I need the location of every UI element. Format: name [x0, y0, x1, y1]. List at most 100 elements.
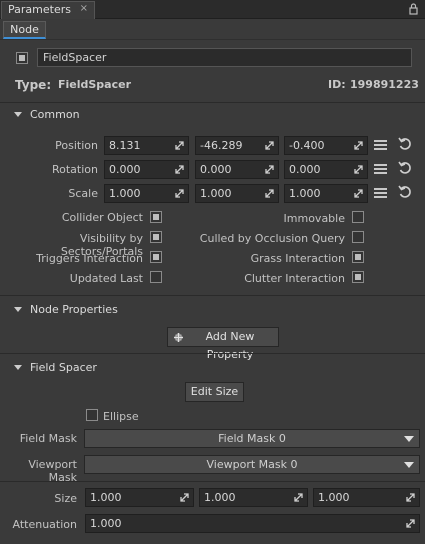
plus-icon: [174, 333, 183, 342]
expand-arrow-icon[interactable]: [265, 165, 274, 174]
divider: [0, 102, 425, 103]
attenuation-value: 1.000: [90, 517, 122, 530]
id-value: 199891223: [350, 78, 419, 91]
position-x-value: 8.131: [109, 139, 141, 152]
panel-tab-bar: Parameters ×: [0, 0, 425, 19]
node-name-input[interactable]: FieldSpacer: [37, 48, 412, 67]
rotation-x-value: 0.000: [109, 163, 141, 176]
immovable-label: Immovable: [283, 212, 345, 225]
collapse-triangle-icon[interactable]: [14, 112, 22, 117]
updated-last-checkbox[interactable]: [150, 271, 162, 283]
expand-arrow-icon[interactable]: [265, 189, 274, 198]
field-mask-value: Field Mask 0: [218, 432, 286, 445]
menu-icon[interactable]: [374, 140, 387, 150]
collapse-triangle-icon[interactable]: [14, 307, 22, 312]
collider-object-label: Collider Object: [61, 211, 143, 224]
divider: [0, 353, 425, 354]
edit-size-button[interactable]: Edit Size: [185, 382, 244, 402]
clutter-interaction-checkbox[interactable]: [352, 271, 364, 283]
node-enabled-checkbox[interactable]: [16, 52, 28, 64]
collider-object-checkbox[interactable]: [150, 211, 162, 223]
section-title-common: Common: [30, 108, 80, 121]
immovable-checkbox[interactable]: [352, 211, 364, 223]
scale-x-value: 1.000: [109, 187, 141, 200]
menu-icon[interactable]: [374, 164, 387, 174]
id-label: ID:: [328, 78, 346, 91]
reset-icon[interactable]: [398, 137, 412, 151]
tab-parameters-label: Parameters: [8, 3, 71, 16]
visibility-sectors-checkbox[interactable]: [150, 231, 162, 243]
rotation-y-field[interactable]: 0.000: [195, 160, 279, 179]
divider: [0, 39, 425, 40]
expand-arrow-icon[interactable]: [406, 519, 415, 528]
updated-last-label: Updated Last: [69, 272, 143, 285]
size-x-field[interactable]: 1.000: [85, 488, 194, 507]
position-z-field[interactable]: -0.400: [284, 136, 368, 155]
tab-node[interactable]: Node: [3, 21, 46, 39]
position-y-field[interactable]: -46.289: [195, 136, 279, 155]
size-label: Size: [54, 492, 77, 505]
clutter-interaction-label: Clutter Interaction: [244, 272, 345, 285]
expand-arrow-icon[interactable]: [180, 493, 189, 502]
field-mask-label: Field Mask: [19, 432, 77, 445]
size-y-value: 1.000: [204, 491, 236, 504]
triggers-interaction-label: Triggers Interaction: [36, 252, 143, 265]
expand-arrow-icon[interactable]: [175, 141, 184, 150]
expand-arrow-icon[interactable]: [265, 141, 274, 150]
rotation-y-value: 0.000: [200, 163, 232, 176]
scale-x-field[interactable]: 1.000: [104, 184, 189, 203]
expand-arrow-icon[interactable]: [294, 493, 303, 502]
scale-z-field[interactable]: 1.000: [284, 184, 368, 203]
lock-icon[interactable]: [409, 3, 418, 15]
viewport-mask-value: Viewport Mask 0: [206, 458, 298, 471]
expand-arrow-icon[interactable]: [175, 189, 184, 198]
viewport-mask-dropdown[interactable]: Viewport Mask 0: [84, 455, 420, 474]
attenuation-label: Attenuation: [12, 518, 77, 531]
chevron-down-icon: [404, 436, 414, 442]
section-title-node-properties: Node Properties: [30, 303, 118, 316]
reset-icon[interactable]: [398, 185, 412, 199]
position-x-field[interactable]: 8.131: [104, 136, 189, 155]
collapse-triangle-icon[interactable]: [14, 365, 22, 370]
menu-icon[interactable]: [374, 188, 387, 198]
rotation-z-field[interactable]: 0.000: [284, 160, 368, 179]
grass-interaction-checkbox[interactable]: [352, 251, 364, 263]
expand-arrow-icon[interactable]: [354, 189, 363, 198]
scale-z-value: 1.000: [289, 187, 321, 200]
section-title-field-spacer: Field Spacer: [30, 361, 97, 374]
field-mask-dropdown[interactable]: Field Mask 0: [84, 429, 420, 448]
expand-arrow-icon[interactable]: [406, 493, 415, 502]
close-icon[interactable]: ×: [80, 3, 88, 14]
reset-icon[interactable]: [398, 161, 412, 175]
add-new-property-button[interactable]: Add New Property: [167, 327, 279, 361]
size-x-value: 1.000: [90, 491, 122, 504]
size-z-field[interactable]: 1.000: [313, 488, 420, 507]
scale-y-value: 1.000: [200, 187, 232, 200]
position-label: Position: [55, 139, 98, 152]
add-new-property-label: Add New Property: [205, 330, 255, 361]
size-z-value: 1.000: [318, 491, 350, 504]
type-value: FieldSpacer: [58, 78, 132, 91]
position-y-value: -46.289: [200, 139, 243, 152]
ellipse-label: Ellipse: [103, 410, 139, 423]
rotation-x-field[interactable]: 0.000: [104, 160, 189, 179]
rotation-label: Rotation: [51, 163, 98, 176]
size-y-field[interactable]: 1.000: [199, 488, 308, 507]
culled-occlusion-checkbox[interactable]: [352, 231, 364, 243]
scale-y-field[interactable]: 1.000: [195, 184, 279, 203]
chevron-down-icon: [404, 462, 414, 468]
tab-parameters[interactable]: Parameters ×: [1, 1, 95, 19]
type-label: Type:: [15, 78, 52, 92]
divider: [0, 481, 425, 482]
attenuation-field[interactable]: 1.000: [85, 514, 420, 533]
scale-label: Scale: [68, 187, 98, 200]
expand-arrow-icon[interactable]: [354, 141, 363, 150]
expand-arrow-icon[interactable]: [354, 165, 363, 174]
triggers-interaction-checkbox[interactable]: [150, 251, 162, 263]
grass-interaction-label: Grass Interaction: [250, 252, 345, 265]
position-z-value: -0.400: [289, 139, 325, 152]
culled-occlusion-label: Culled by Occlusion Query: [199, 232, 345, 245]
ellipse-checkbox[interactable]: [86, 409, 98, 421]
rotation-z-value: 0.000: [289, 163, 321, 176]
expand-arrow-icon[interactable]: [175, 165, 184, 174]
